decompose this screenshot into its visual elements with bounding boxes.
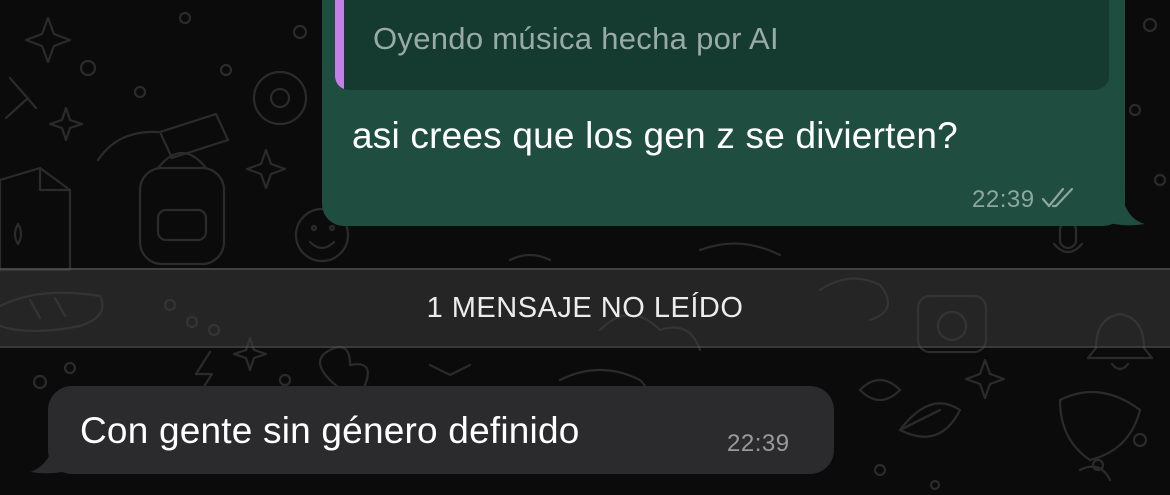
quoted-message-text: Oyendo música hecha por AI (373, 21, 779, 56)
outgoing-message-time: 22:39 (972, 186, 1035, 213)
outgoing-bubble-tail (1100, 180, 1145, 226)
unread-messages-divider: 1 MENSAJE NO LEÍDO (0, 268, 1170, 348)
quote-accent-bar (335, 0, 344, 90)
chat-view[interactable]: Oyendo música hecha por AI asi crees que… (0, 0, 1170, 495)
outgoing-message-meta: 22:39 (972, 185, 1075, 215)
unread-messages-label: 1 MENSAJE NO LEÍDO (426, 291, 744, 324)
incoming-message-text: Con gente sin género definido (80, 410, 580, 451)
incoming-message-time: 22:39 (727, 430, 790, 457)
double-check-read-icon (1041, 187, 1075, 214)
outgoing-message-text: asi crees que los gen z se divierten? (352, 115, 958, 156)
quoted-message[interactable]: Oyendo música hecha por AI (335, 0, 1109, 90)
